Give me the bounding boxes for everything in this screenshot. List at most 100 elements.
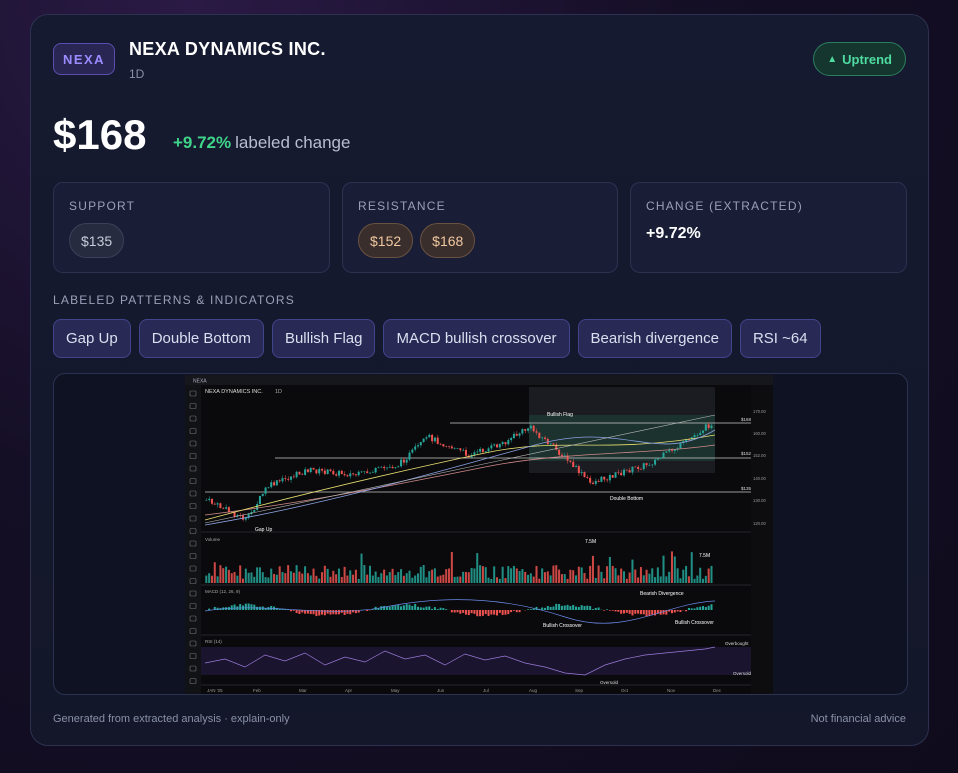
candle-body <box>620 472 623 476</box>
volume-bar <box>445 569 448 583</box>
candle-body <box>354 474 357 476</box>
candle-body <box>648 465 651 466</box>
candle-body <box>476 451 479 453</box>
candle-body <box>580 472 583 474</box>
month-label: Nov <box>667 688 676 693</box>
volume-bar <box>481 566 484 583</box>
footer-note: Generated from extracted analysis · expl… <box>53 713 290 725</box>
candle-body <box>436 437 439 444</box>
macd-bar <box>244 603 247 610</box>
macd-pane-label: MACD (12, 26, 9) <box>205 589 241 594</box>
volume-bar <box>208 573 211 583</box>
volume-bar <box>558 569 561 583</box>
rsi-pane-label: RSI (14) <box>205 639 222 644</box>
volume-bar <box>295 565 298 583</box>
volume-bar <box>572 570 575 583</box>
volume-bar <box>656 567 659 583</box>
volume-bar <box>473 568 476 583</box>
volume-bar <box>227 569 230 583</box>
macd-bar <box>617 610 620 612</box>
macd-bar <box>589 606 592 610</box>
macd-bar <box>594 607 597 610</box>
macd-bar <box>208 608 211 610</box>
candle-body <box>210 498 213 504</box>
month-label: May <box>391 688 400 693</box>
volume-bar <box>569 569 572 583</box>
volume-bar <box>298 571 301 583</box>
candle-body <box>527 428 530 431</box>
candle-body <box>326 469 329 475</box>
macd-bar <box>400 606 403 610</box>
candle-body <box>541 437 544 439</box>
volume-bar <box>515 568 518 583</box>
volume-bar <box>628 572 631 583</box>
macd-bar <box>614 610 617 612</box>
macd-bar <box>569 606 572 610</box>
trend-label: Uptrend <box>842 51 892 67</box>
candle-body <box>637 466 640 470</box>
month-label: Apr <box>345 688 353 693</box>
change-card: CHANGE (EXTRACTED) +9.72% <box>630 182 907 273</box>
volume-pane-label: Volume <box>205 537 221 542</box>
volume-bar <box>577 566 580 583</box>
candle-body <box>414 446 417 450</box>
candle-body <box>388 466 391 468</box>
volume-bar <box>337 568 340 583</box>
volume-bar <box>699 567 702 583</box>
macd-bar <box>541 607 544 610</box>
month-label: Oct <box>621 688 629 693</box>
volume-bar <box>603 578 606 583</box>
macd-bar <box>422 607 425 610</box>
volume-bar <box>408 570 411 583</box>
macd-bar <box>490 610 493 615</box>
volume-bar <box>456 576 459 583</box>
macd-bar <box>673 610 676 613</box>
macd-bar <box>425 606 428 610</box>
macd-bar <box>239 604 242 610</box>
volume-bar <box>682 569 685 583</box>
macd-bar <box>577 606 580 610</box>
macd-bar <box>504 610 507 615</box>
candle-body <box>693 435 696 438</box>
volume-bar <box>216 576 219 583</box>
volume-bar <box>512 565 515 583</box>
macd-bar <box>394 605 397 610</box>
macd-bar <box>549 606 552 610</box>
candle-body <box>459 448 462 451</box>
volume-bar <box>631 559 634 583</box>
month-label: Aug <box>529 688 538 693</box>
change-line: +9.72% labeled change <box>173 133 350 153</box>
volume-bar <box>433 568 436 583</box>
candle-body <box>673 449 676 452</box>
candle-body <box>507 440 510 445</box>
pattern-tag: MACD bullish crossover <box>383 319 570 358</box>
candle-body <box>442 444 445 447</box>
annotation-bullish-flag: Bullish Flag <box>547 412 573 418</box>
volume-bar <box>225 566 228 583</box>
candle-body <box>216 503 219 505</box>
candle-body <box>464 449 467 456</box>
candle-body <box>315 469 318 474</box>
candle-body <box>335 474 338 476</box>
volume-bar <box>352 574 355 583</box>
volume-bar <box>566 578 569 583</box>
macd-bar <box>507 610 510 615</box>
macd-bar <box>631 610 634 616</box>
candle-body <box>622 469 626 476</box>
candle-body <box>679 442 682 449</box>
volume-bar <box>687 576 690 583</box>
candle-body <box>289 476 292 480</box>
macd-bar <box>651 610 654 615</box>
volume-bar <box>606 566 609 583</box>
volume-bar <box>236 575 239 583</box>
candle-body <box>639 469 642 470</box>
y-tick-label: 130.00 <box>753 498 766 503</box>
candle-body <box>589 477 592 483</box>
volume-bar <box>642 575 645 583</box>
volume-bar <box>210 575 213 583</box>
candle-body <box>586 477 589 478</box>
macd-bar <box>560 605 563 610</box>
volume-bar <box>374 571 377 583</box>
volume-bar <box>589 565 592 583</box>
macd-bar <box>408 604 411 610</box>
